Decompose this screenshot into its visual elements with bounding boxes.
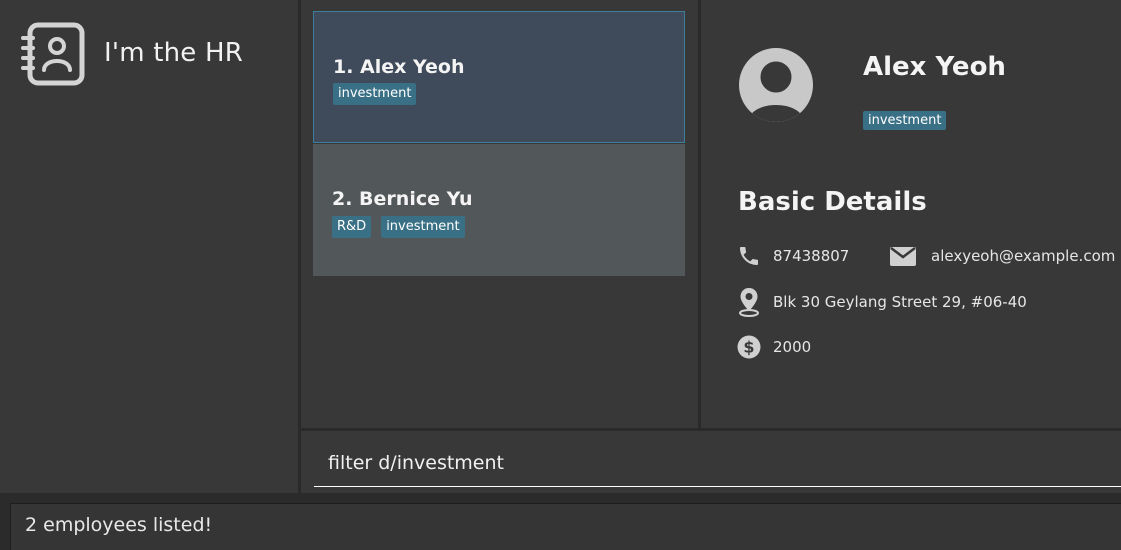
address-row: Blk 30 Geylang Street 29, #06-40 bbox=[737, 287, 1027, 317]
detail-name: Alex Yeoh bbox=[863, 52, 1006, 82]
email-row: alexyeoh@example.com bbox=[889, 244, 1115, 268]
tag-badge: investment bbox=[333, 83, 417, 105]
address-value: Blk 30 Geylang Street 29, #06-40 bbox=[773, 293, 1027, 311]
tag-badge: investment bbox=[381, 216, 465, 238]
phone-value: 87438807 bbox=[773, 247, 850, 265]
tag-badge: investment bbox=[863, 111, 947, 130]
envelope-icon bbox=[890, 247, 916, 266]
email-value: alexyeoh@example.com bbox=[931, 247, 1116, 265]
user-avatar-icon bbox=[739, 48, 813, 122]
detail-tags: investment bbox=[863, 109, 947, 130]
phone-row: 87438807 bbox=[737, 244, 849, 268]
employee-detail-panel: Alex Yeoh investment Basic Details 87438… bbox=[701, 0, 1121, 428]
salary-value: 2000 bbox=[773, 338, 812, 356]
command-box bbox=[301, 431, 1121, 493]
location-pin-icon bbox=[739, 288, 759, 317]
employee-card-tags: investment bbox=[333, 83, 417, 105]
basic-details-title: Basic Details bbox=[738, 187, 927, 217]
dollar-icon: $ bbox=[737, 335, 761, 359]
employee-card-name: 2. Bernice Yu bbox=[332, 188, 473, 210]
employee-card-1[interactable]: 1. Alex Yeoh investment bbox=[313, 11, 685, 143]
salary-row: $ 2000 bbox=[737, 335, 811, 359]
employee-list[interactable]: 1. Alex Yeoh investment 2. Bernice Yu R&… bbox=[301, 0, 698, 428]
command-input[interactable] bbox=[314, 439, 1121, 487]
result-message: 2 employees listed! bbox=[25, 514, 213, 536]
phone-icon bbox=[740, 247, 758, 265]
contact-book-icon bbox=[21, 22, 85, 86]
svg-text:$: $ bbox=[743, 338, 754, 357]
employee-card-2[interactable]: 2. Bernice Yu R&D investment bbox=[313, 144, 685, 276]
employee-card-tags: R&D investment bbox=[332, 216, 465, 238]
sidebar: I'm the HR bbox=[0, 0, 298, 493]
app-title: I'm the HR bbox=[104, 38, 243, 68]
result-display[interactable]: 2 employees listed! bbox=[10, 503, 1121, 550]
tag-badge: R&D bbox=[332, 216, 372, 238]
result-divider bbox=[0, 493, 1121, 503]
employee-card-name: 1. Alex Yeoh bbox=[333, 56, 465, 78]
